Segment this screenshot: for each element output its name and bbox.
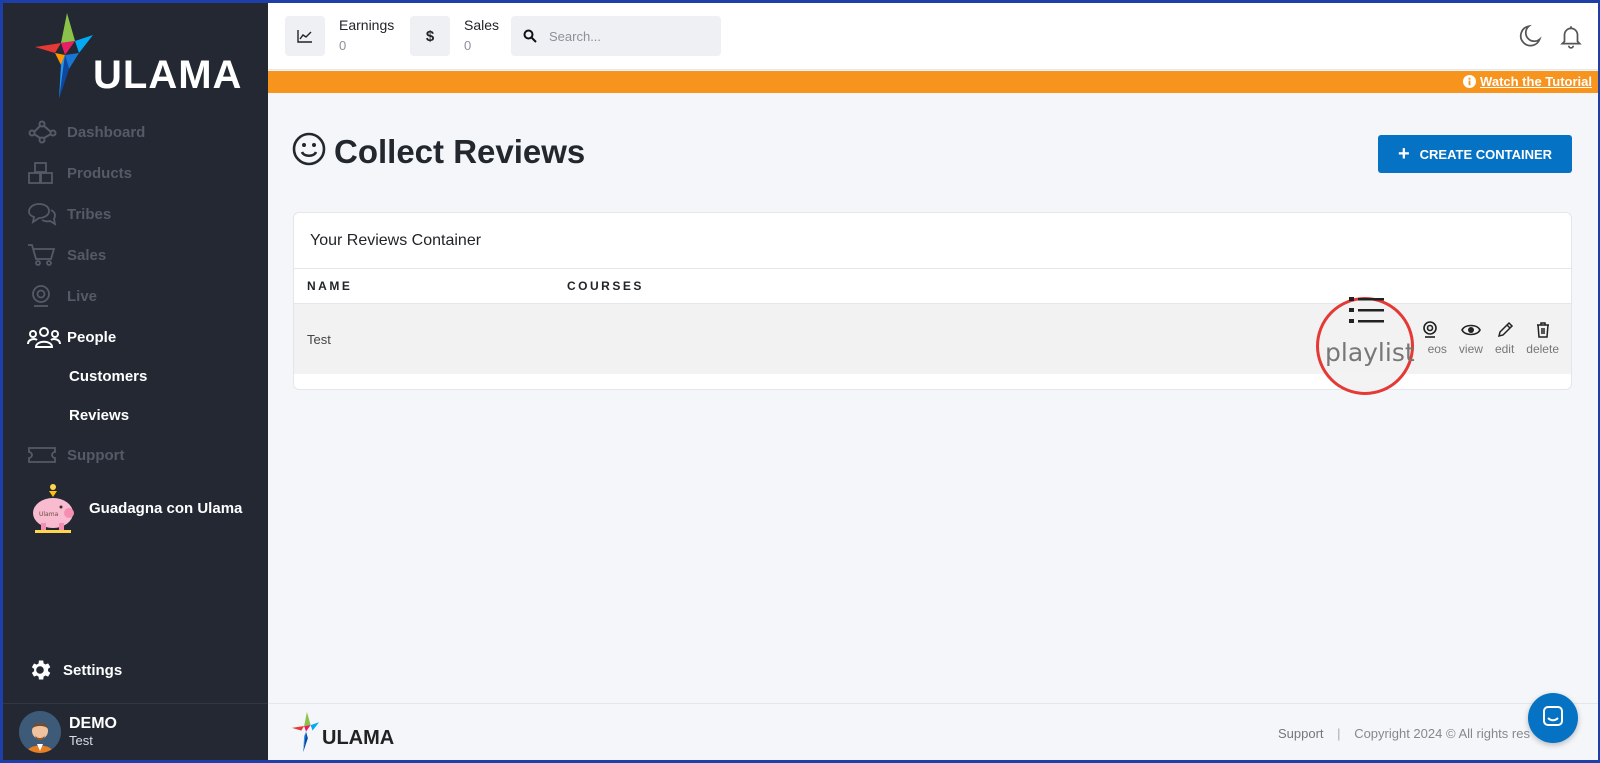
ticket-icon [27,443,61,467]
create-container-label: CREATE CONTAINER [1419,146,1553,162]
settings-label: Settings [63,661,123,679]
edit-action-label: edit [1494,342,1515,356]
sidebar-item-support[interactable]: Support [27,439,125,471]
footer-logo-wordmark: ULAMA [322,726,395,749]
sidebar-item-label: Sales [67,246,107,264]
sidebar-item-dashboard[interactable]: Dashboard [27,116,145,148]
sidebar-item-label: Dashboard [67,123,146,141]
webcam-icon [1422,320,1438,340]
sales-label: Sales [464,17,500,33]
promo-earn-with-ulama[interactable]: Ulama Guadagna con Ulama [27,483,242,540]
watch-tutorial-label: Watch the Tutorial [1480,74,1592,89]
view-action[interactable]: view [1459,320,1483,356]
footer-logo[interactable]: ULAMA [292,712,394,754]
footer-copyright: Copyright 2024 © All rights res [1354,726,1530,741]
earnings-stat[interactable]: Earnings 0 [285,16,394,56]
user-name: DEMO [69,715,117,732]
logo-wordmark: ULAMA [93,53,243,97]
sales-stat[interactable]: $ Sales 0 [410,16,499,56]
sidebar-item-label: Products [67,164,133,182]
footer: ULAMA Support | Copyright 2024 © All rig… [268,703,1598,760]
sales-value: 0 [464,38,472,53]
sidebar-item-sales[interactable]: Sales [27,239,106,271]
sidebar-item-label: Live [67,287,98,305]
footer-links: Support | Copyright 2024 © All rights re… [1278,726,1530,741]
sidebar-item-products[interactable]: Products [27,157,132,189]
page-title-text: Collect Reviews [334,132,586,170]
user-subtitle: Test [69,733,93,748]
column-header-name: NAME [307,279,353,293]
sidebar-item-label: Tribes [67,205,112,223]
network-icon [27,120,61,144]
notification-bell-icon[interactable] [1558,23,1584,54]
eye-icon [1461,320,1481,340]
view-action-label: view [1458,342,1483,356]
users-icon [27,325,61,349]
top-bar: Earnings 0 $ Sales 0 [268,3,1598,70]
piggy-bank-icon: Ulama [27,483,79,540]
earnings-label: Earnings [339,17,395,33]
sidebar-item-label: People [67,328,117,346]
column-header-courses: COURSES [567,279,644,293]
ulama-logo[interactable]: ULAMA [35,13,245,103]
avatar [19,711,61,753]
playlist-icon[interactable] [1349,296,1385,331]
promo-label: Guadagna con Ulama [89,500,243,517]
watch-tutorial-link[interactable]: Watch the Tutorial [1463,74,1592,89]
sidebar-item-live[interactable]: Live [27,280,97,312]
sidebar-item-tribes[interactable]: Tribes [27,198,111,230]
delete-action[interactable]: delete [1526,320,1559,356]
sidebar-item-label: Support [67,446,125,464]
search-input[interactable] [549,28,709,44]
dollar-icon: $ [410,16,450,56]
user-profile[interactable]: DEMO Test [3,703,268,760]
videos-action[interactable]: eos [1414,320,1447,356]
sidebar-subitem-reviews[interactable]: Reviews [69,407,129,424]
row-name: Test [307,332,331,347]
chat-icon [1541,704,1565,733]
smile-icon [292,132,326,171]
svg-text:Ulama: Ulama [39,511,59,518]
edit-action[interactable]: edit [1495,320,1514,356]
trend-chart-icon [285,16,325,56]
page-title: Collect Reviews [292,132,585,171]
search-box [511,16,721,56]
trash-icon [1535,320,1551,340]
row-actions: eos view edit delete [1414,320,1559,356]
sidebar-subitem-customers[interactable]: Customers [69,368,147,385]
playlist-action-label[interactable]: playlist [1325,338,1415,367]
footer-separator: | [1337,726,1341,741]
chat-bubbles-icon [27,202,61,226]
tutorial-banner: Watch the Tutorial [268,71,1598,93]
search-icon [511,29,549,43]
earnings-value: 0 [339,38,347,53]
chat-launcher-button[interactable] [1528,693,1578,743]
info-icon [1463,75,1477,88]
create-container-button[interactable]: + CREATE CONTAINER [1378,135,1572,173]
videos-action-label: eos [1427,342,1447,356]
plus-icon: + [1397,143,1410,165]
delete-action-label: delete [1526,342,1559,356]
dark-mode-moon-icon[interactable] [1518,23,1544,54]
cart-icon [27,243,61,267]
gear-icon [27,657,53,683]
sidebar: ULAMA Dashboard Products Tribes Sales Li… [3,3,268,760]
pencil-icon [1496,320,1514,340]
sidebar-item-people[interactable]: People [27,321,116,353]
card-title: Your Reviews Container [294,213,1571,269]
webcam-icon [27,284,61,308]
boxes-icon [27,161,61,185]
footer-support-link[interactable]: Support [1278,726,1324,741]
sidebar-item-settings[interactable]: Settings [27,657,122,683]
